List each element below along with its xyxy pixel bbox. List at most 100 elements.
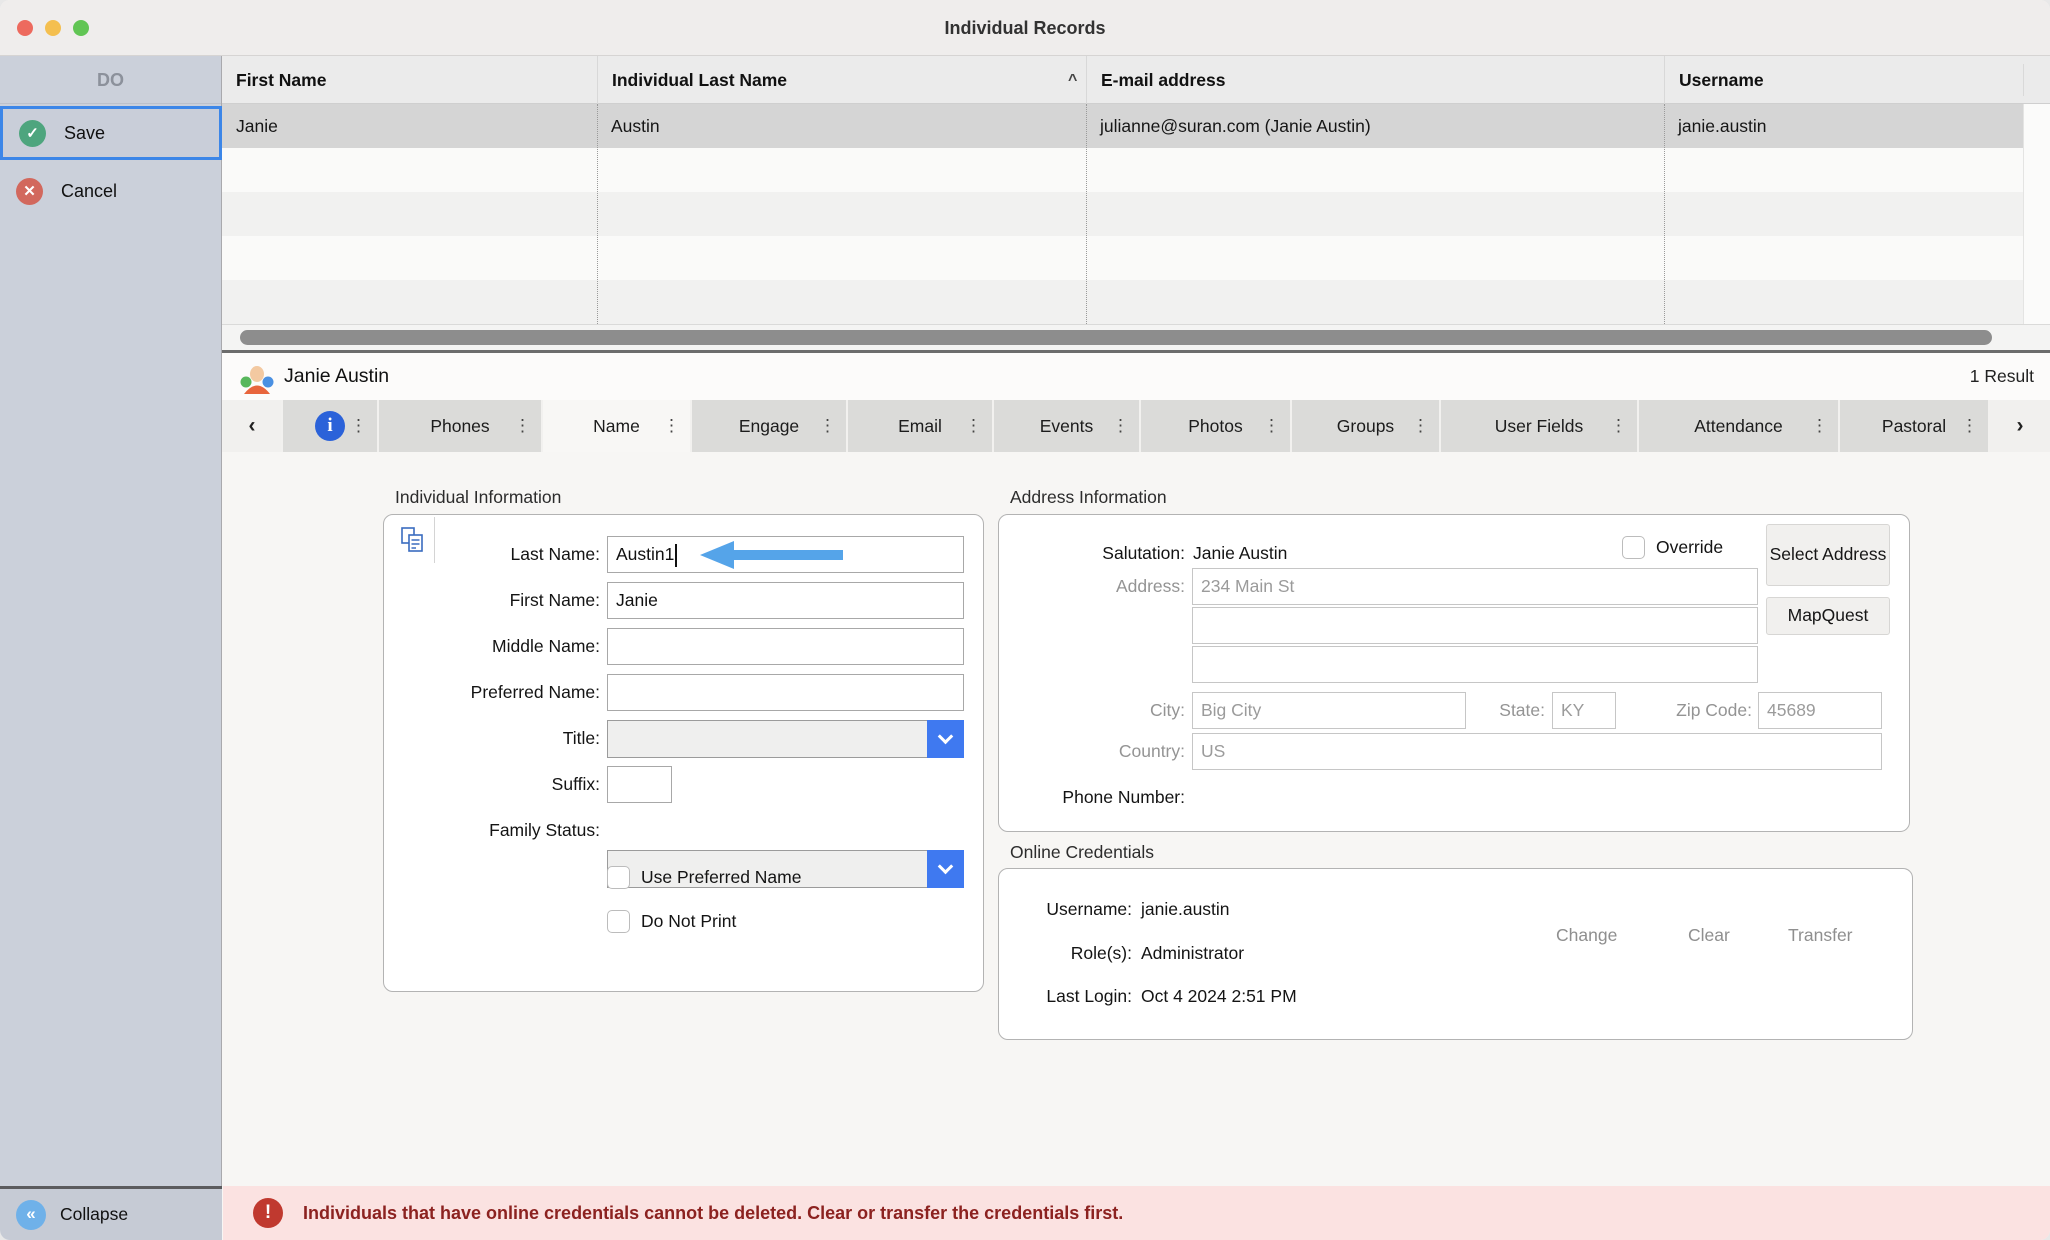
table-row-empty xyxy=(222,192,2023,236)
state-input[interactable] xyxy=(1552,692,1616,729)
kebab-icon[interactable]: ⋮ xyxy=(1412,400,1429,452)
use-preferred-name-checkbox[interactable] xyxy=(607,866,630,889)
zip-code-input[interactable] xyxy=(1758,692,1882,729)
table-row-empty xyxy=(222,280,2023,324)
preferred-name-input[interactable] xyxy=(607,674,964,711)
save-button-label: Save xyxy=(64,123,105,144)
info-icon: i xyxy=(315,411,345,441)
tab-pastoral[interactable]: Pastoral⋮ xyxy=(1840,400,1988,452)
family-status-label: Family Status: xyxy=(300,812,600,849)
tab-name[interactable]: Name⋮ xyxy=(543,400,690,452)
column-header-username[interactable]: Username xyxy=(1664,56,2023,104)
sort-ascending-icon[interactable]: ^ xyxy=(1068,56,1088,104)
override-checkbox[interactable] xyxy=(1622,536,1645,559)
mapquest-button[interactable]: MapQuest xyxy=(1766,597,1890,635)
kebab-icon[interactable]: ⋮ xyxy=(1263,400,1280,452)
kebab-icon[interactable]: ⋮ xyxy=(1961,400,1978,452)
cell-last-name: Austin xyxy=(597,104,1086,148)
results-table-header: First Name Individual Last Name ^ E-mail… xyxy=(222,56,2050,104)
pointer-arrow-icon xyxy=(700,540,850,570)
clear-credentials-button[interactable]: Clear xyxy=(1688,925,1730,946)
do-not-print-checkbox[interactable] xyxy=(607,910,630,933)
record-header: Janie Austin 1 Result xyxy=(222,353,2050,400)
do-not-print-label: Do Not Print xyxy=(641,911,736,932)
phone-number-label: Phone Number: xyxy=(985,779,1185,816)
sidebar-header: DO xyxy=(0,56,221,104)
state-label: State: xyxy=(1440,692,1545,729)
first-name-label: First Name: xyxy=(300,582,600,619)
zip-code-label: Zip Code: xyxy=(1640,692,1752,729)
title-label: Title: xyxy=(300,720,600,757)
cell-email: julianne@suran.com (Janie Austin) xyxy=(1086,104,1664,148)
address-line2-input[interactable] xyxy=(1192,607,1758,644)
horizontal-scrollbar-track xyxy=(222,324,2050,350)
kebab-icon[interactable]: ⋮ xyxy=(514,400,531,452)
tab-engage[interactable]: Engage⋮ xyxy=(692,400,846,452)
middle-name-label: Middle Name: xyxy=(300,628,600,665)
column-header-first-name[interactable]: First Name xyxy=(222,56,597,104)
horizontal-scrollbar-thumb[interactable] xyxy=(240,330,1992,345)
tab-user-fields[interactable]: User Fields⋮ xyxy=(1441,400,1637,452)
collapse-button[interactable]: « Collapse xyxy=(0,1186,222,1240)
save-button[interactable]: ✓ Save xyxy=(0,106,222,160)
last-login-value: Oct 4 2024 2:51 PM xyxy=(1141,983,1297,1009)
city-input[interactable] xyxy=(1192,692,1466,729)
select-address-button[interactable]: Select Address xyxy=(1766,524,1890,586)
kebab-icon[interactable]: ⋮ xyxy=(819,400,836,452)
tab-events[interactable]: Events⋮ xyxy=(994,400,1139,452)
vertical-scrollbar-track[interactable] xyxy=(2023,104,2050,324)
suffix-label: Suffix: xyxy=(300,766,600,803)
tab-email[interactable]: Email⋮ xyxy=(848,400,992,452)
tab-groups[interactable]: Groups⋮ xyxy=(1292,400,1439,452)
kebab-icon[interactable]: ⋮ xyxy=(663,400,680,452)
warning-banner: ! Individuals that have online credentia… xyxy=(223,1186,2050,1240)
address-line3-input[interactable] xyxy=(1192,646,1758,683)
first-name-input[interactable] xyxy=(607,582,964,619)
header-scrollbar-divider xyxy=(2023,64,2024,96)
username-label: Username: xyxy=(982,896,1132,922)
tab-bar: ‹ i ⋮ Phones⋮ Name⋮ Engage⋮ Email⋮ Event… xyxy=(222,400,2050,452)
address-line1-input[interactable] xyxy=(1192,568,1758,605)
tab-attendance[interactable]: Attendance⋮ xyxy=(1639,400,1838,452)
kebab-icon[interactable]: ⋮ xyxy=(350,400,367,452)
last-name-label: Last Name: xyxy=(300,536,600,573)
tab-photos[interactable]: Photos⋮ xyxy=(1141,400,1290,452)
roles-value: Administrator xyxy=(1141,940,1244,966)
person-group-icon xyxy=(240,361,274,395)
column-header-last-name[interactable]: Individual Last Name xyxy=(597,56,1086,104)
table-row-empty xyxy=(222,148,2023,192)
warning-message: Individuals that have online credentials… xyxy=(303,1203,1123,1224)
kebab-icon[interactable]: ⋮ xyxy=(1610,400,1627,452)
table-row-selected[interactable]: Janie Austin julianne@suran.com (Janie A… xyxy=(222,104,2023,148)
column-header-email[interactable]: E-mail address xyxy=(1086,56,1664,104)
chevron-down-icon[interactable] xyxy=(927,850,964,888)
use-preferred-name-option: Use Preferred Name xyxy=(607,866,801,889)
username-value: janie.austin xyxy=(1141,896,1230,922)
do-not-print-option: Do Not Print xyxy=(607,910,736,933)
change-credentials-button[interactable]: Change xyxy=(1556,925,1617,946)
middle-name-input[interactable] xyxy=(607,628,964,665)
window-title: Individual Records xyxy=(0,0,2050,56)
sidebar: DO ✓ Save ✕ Cancel xyxy=(0,56,222,1186)
column-divider xyxy=(1664,104,1665,324)
tab-phones[interactable]: Phones⋮ xyxy=(379,400,541,452)
alert-icon: ! xyxy=(253,1198,283,1228)
tab-scroll-right-button[interactable]: › xyxy=(1990,400,2050,452)
online-credentials-panel xyxy=(998,868,1913,1040)
individual-information-title: Individual Information xyxy=(395,487,561,508)
text-caret xyxy=(675,544,677,567)
kebab-icon[interactable]: ⋮ xyxy=(1112,400,1129,452)
tab-scroll-left-button[interactable]: ‹ xyxy=(223,400,281,452)
chevron-down-icon[interactable] xyxy=(927,720,964,758)
kebab-icon[interactable]: ⋮ xyxy=(965,400,982,452)
suffix-input[interactable] xyxy=(607,766,672,803)
cancel-cross-icon: ✕ xyxy=(16,178,43,205)
kebab-icon[interactable]: ⋮ xyxy=(1811,400,1828,452)
tab-info[interactable]: i ⋮ xyxy=(283,400,377,452)
country-input[interactable] xyxy=(1192,733,1882,770)
collapse-label: Collapse xyxy=(60,1204,128,1225)
title-dropdown[interactable] xyxy=(607,720,964,758)
transfer-credentials-button[interactable]: Transfer xyxy=(1788,925,1853,946)
table-row-empty xyxy=(222,236,2023,280)
cancel-button[interactable]: ✕ Cancel xyxy=(0,164,222,218)
